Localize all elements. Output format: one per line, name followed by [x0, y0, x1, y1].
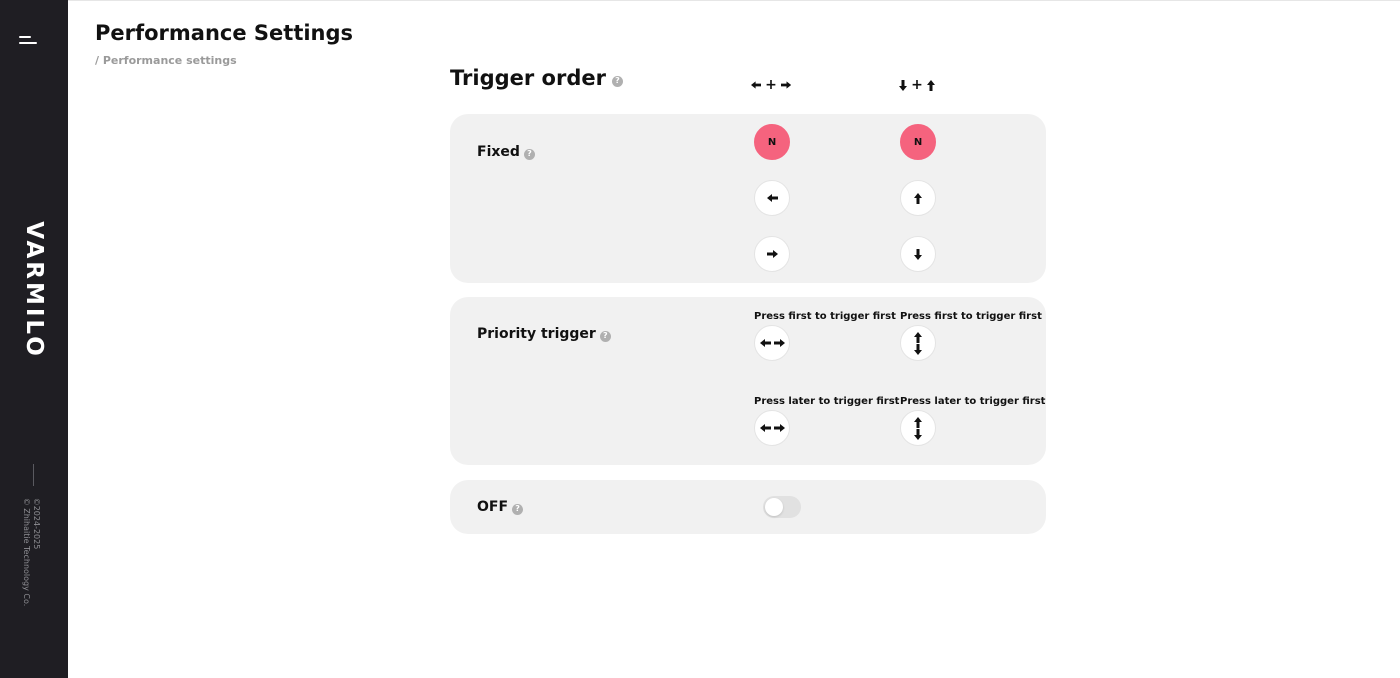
- arrow-left-icon: [751, 81, 762, 89]
- plus-symbol: +: [911, 77, 923, 93]
- priority-trigger-label: Priority trigger ?: [477, 326, 611, 342]
- arrow-left-icon: [759, 424, 771, 432]
- top-divider: [68, 0, 1400, 1]
- fixed-down-button[interactable]: [900, 236, 936, 272]
- plus-symbol: +: [765, 77, 777, 93]
- help-icon[interactable]: ?: [512, 503, 524, 515]
- press-first-label-horizontal: Press first to trigger first: [754, 311, 896, 322]
- arrow-up-icon: [926, 79, 935, 91]
- arrow-left-icon: [759, 339, 771, 347]
- arrow-right-icon: [773, 339, 785, 347]
- fixed-label: Fixed ?: [477, 144, 535, 160]
- horizontal-axis-header: +: [751, 78, 791, 92]
- arrow-right-icon: [780, 81, 791, 89]
- toggle-knob: [765, 498, 783, 516]
- help-icon[interactable]: ?: [611, 75, 623, 87]
- neutral-label: N: [767, 136, 777, 148]
- arrow-up-icon: [914, 416, 922, 428]
- fixed-horizontal-neutral-button[interactable]: N: [754, 124, 790, 160]
- copyright-company: © Zhihaitie Technology Co.: [22, 497, 31, 607]
- arrow-right-icon: [773, 424, 785, 432]
- priority-horizontal-press-later-button[interactable]: [754, 410, 790, 446]
- off-toggle[interactable]: [763, 496, 801, 518]
- press-later-label-vertical: Press later to trigger first: [900, 396, 1046, 407]
- fixed-right-button[interactable]: [754, 236, 790, 272]
- arrow-down-icon: [899, 79, 908, 91]
- fixed-card: Fixed ?: [450, 114, 1046, 283]
- press-first-label-vertical: Press first to trigger first: [900, 311, 1042, 322]
- fixed-label-text: Fixed: [477, 144, 520, 160]
- page-title: Performance Settings: [95, 21, 354, 45]
- copyright-text: ©2024-2025 © Zhihaitie Technology Co.: [21, 498, 41, 607]
- arrow-left-icon: [766, 194, 778, 202]
- priority-vertical-press-later-button[interactable]: [900, 410, 936, 446]
- fixed-up-button[interactable]: [900, 180, 936, 216]
- copyright-years: ©2024-2025: [32, 497, 41, 550]
- neutral-label: N: [913, 136, 923, 148]
- arrow-right-icon: [766, 250, 778, 258]
- sidebar: VARMILO ©2024-2025 © Zhihaitie Technolog…: [0, 0, 68, 678]
- off-card: OFF ?: [450, 480, 1046, 534]
- arrow-up-icon: [914, 331, 922, 343]
- fixed-vertical-neutral-button[interactable]: N: [900, 124, 936, 160]
- priority-trigger-card: Priority trigger ?: [450, 297, 1046, 465]
- help-icon[interactable]: ?: [599, 330, 611, 342]
- trigger-order-label: Trigger order: [450, 66, 606, 90]
- sidebar-divider: [33, 464, 34, 486]
- priority-trigger-label-text: Priority trigger: [477, 326, 596, 342]
- arrow-down-icon: [914, 343, 922, 355]
- arrow-down-icon: [914, 248, 922, 260]
- varmilo-logo: VARMILO: [21, 221, 47, 359]
- off-label: OFF ?: [477, 499, 524, 515]
- off-label-text: OFF: [477, 499, 509, 515]
- trigger-order-title: Trigger order ?: [450, 66, 623, 90]
- press-later-label-horizontal: Press later to trigger first: [754, 396, 900, 407]
- breadcrumb: / Performance settings: [95, 54, 237, 67]
- priority-vertical-press-first-button[interactable]: [900, 325, 936, 361]
- priority-horizontal-press-first-button[interactable]: [754, 325, 790, 361]
- vertical-axis-header: +: [897, 78, 937, 92]
- help-icon[interactable]: ?: [523, 148, 535, 160]
- fixed-left-button[interactable]: [754, 180, 790, 216]
- menu-icon[interactable]: [19, 34, 39, 48]
- arrow-up-icon: [914, 192, 922, 204]
- arrow-down-icon: [914, 428, 922, 440]
